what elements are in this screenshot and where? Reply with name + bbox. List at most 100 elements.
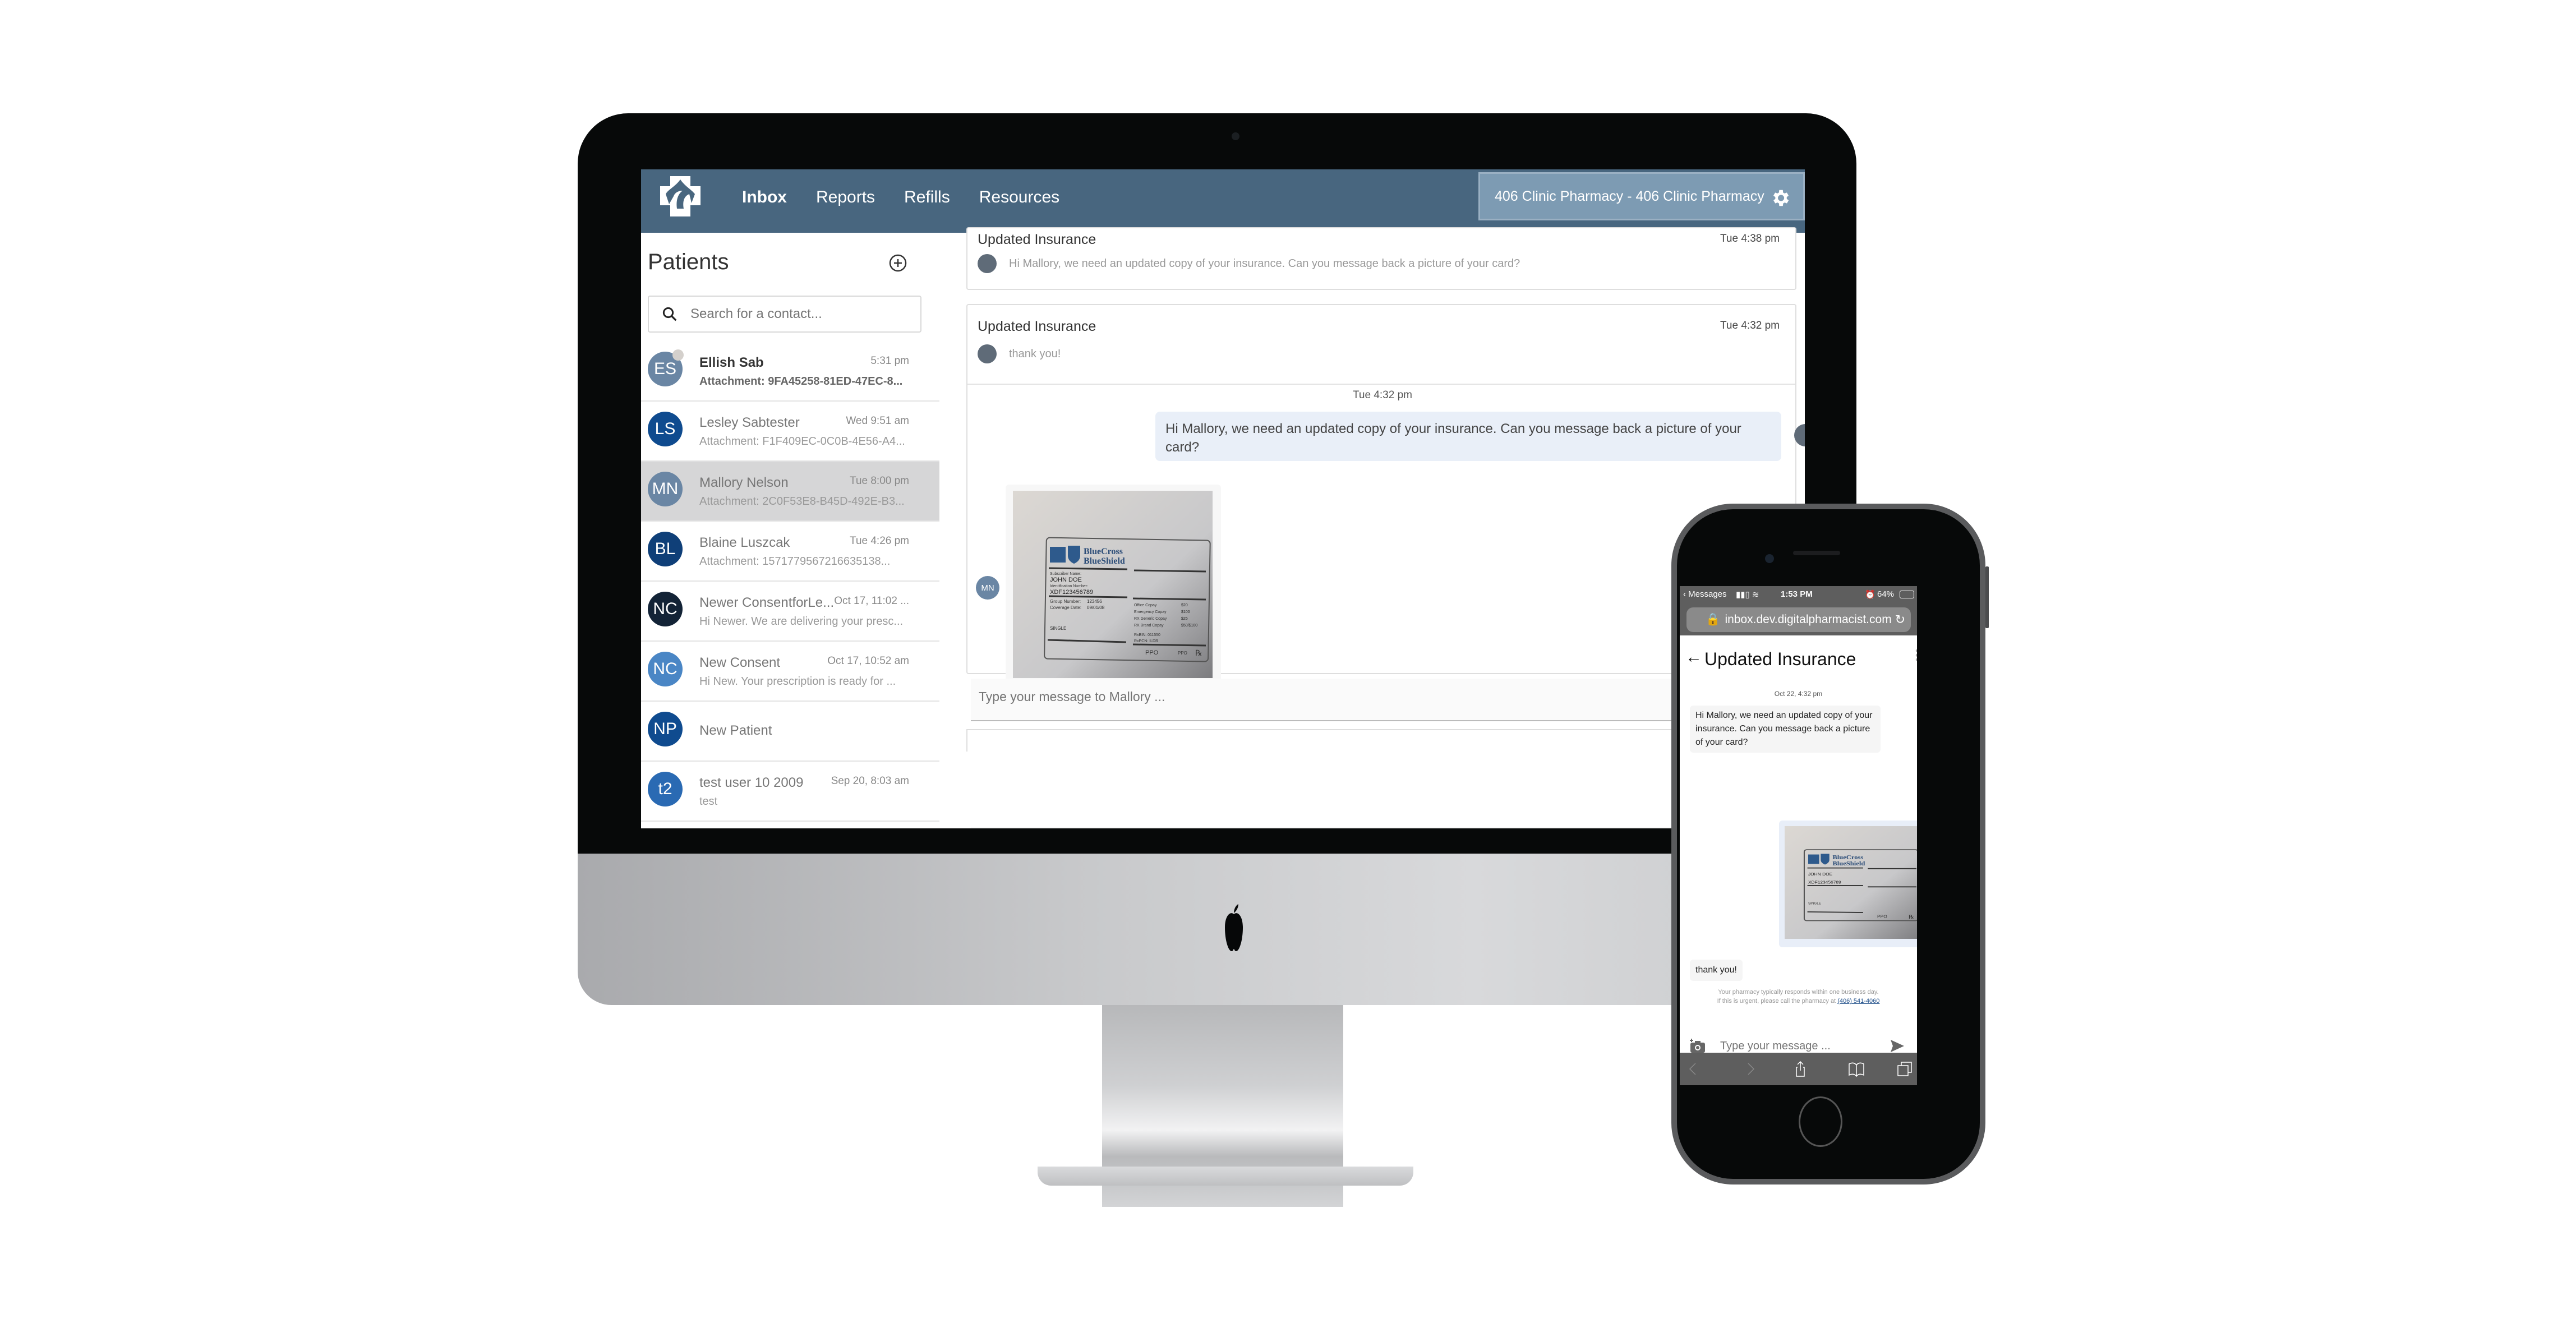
last-message-preview: Hi Newer. We are delivering your presc..…: [699, 615, 904, 628]
avatar: NC: [648, 652, 683, 686]
svg-text:BlueCross: BlueCross: [1084, 547, 1123, 556]
divider: [967, 384, 1795, 385]
svg-text:$50/$100: $50/$100: [1181, 624, 1197, 628]
thread-preview: thank you!: [1009, 348, 1061, 360]
patient-name: test user 10 2009: [699, 775, 804, 790]
patient-list-item[interactable]: t2 test user 10 2009 Sep 20, 8:03 am test: [641, 762, 939, 822]
more-options-icon[interactable]: •••: [1915, 646, 1917, 666]
contact-search-input[interactable]: [689, 306, 905, 322]
url-text: inbox.dev.digitalpharmacist.com: [1725, 613, 1892, 626]
svg-text:123456: 123456: [1087, 599, 1102, 604]
note-line-1: Your pharmacy typically responds within …: [1718, 989, 1879, 995]
patient-list-item[interactable]: [641, 822, 939, 828]
nav-reports[interactable]: Reports: [816, 188, 875, 207]
browser-back-icon[interactable]: [1685, 1061, 1702, 1077]
avatar-initials: MN: [652, 480, 679, 498]
svg-text:℞: ℞: [1909, 915, 1914, 920]
incoming-attachment[interactable]: BlueCross BlueShield Subscriber Name: JO…: [1006, 485, 1221, 686]
patient-list-item[interactable]: ES Ellish Sab 5:31 pm Attachment: 9FA45258-…: [641, 342, 939, 402]
svg-text:RxBIN: 011550: RxBIN: 011550: [1134, 633, 1160, 637]
outgoing-message: Hi Mallory, we need an updated copy of y…: [1155, 412, 1781, 461]
note-text: If this is urgent, please call the pharm…: [1717, 998, 1836, 1004]
safari-toolbar: [1680, 1053, 1917, 1085]
svg-text:Subscriber Name:: Subscriber Name:: [1050, 572, 1081, 576]
contact-search[interactable]: [648, 296, 921, 333]
response-time-note: Your pharmacy typically responds within …: [1680, 988, 1917, 1006]
add-patient-button[interactable]: [889, 254, 907, 272]
pharmacy-selector-label: 406 Clinic Pharmacy - 406 Clinic Pharmac…: [1495, 188, 1764, 204]
message-input[interactable]: [978, 689, 1653, 705]
svg-text:$20: $20: [1181, 603, 1188, 607]
patient-list-item[interactable]: BL Blaine Luszcak Tue 4:26 pm Attachment: 1…: [641, 522, 939, 582]
back-arrow-icon[interactable]: ←: [1685, 648, 1702, 667]
address-bar[interactable]: 🔒 inbox.dev.digitalpharmacist.com ↻: [1686, 607, 1911, 632]
digital-pharmacist-logo-icon[interactable]: [658, 174, 703, 219]
patient-name: Mallory Nelson: [699, 475, 789, 490]
mobile-outgoing-attachment[interactable]: BlueCross BlueShield JOHN DOE XDF1234567…: [1779, 821, 1917, 947]
add-photo-icon[interactable]: [1689, 1038, 1706, 1054]
patient-list-item[interactable]: NP New Patient: [641, 702, 939, 762]
patient-list-item[interactable]: LS Lesley Sabtester Wed 9:51 am Attachment:…: [641, 402, 939, 462]
mobile-thread-title: Updated Insurance: [1704, 649, 1856, 669]
svg-text:PPO: PPO: [1178, 651, 1187, 656]
pharmacy-selector[interactable]: 406 Clinic Pharmacy - 406 Clinic Pharmac…: [1478, 172, 1805, 220]
last-message-time: Oct 17, 10:52 am: [827, 655, 909, 667]
avatar-initials: ES: [653, 359, 677, 378]
share-icon[interactable]: [1792, 1061, 1809, 1077]
insurance-card-image[interactable]: BlueCross BlueShield Subscriber Name: JO…: [1013, 491, 1213, 678]
avatar: LS: [648, 412, 683, 446]
bookmarks-icon[interactable]: [1848, 1061, 1865, 1077]
patient-name: Lesley Sabtester: [699, 415, 800, 430]
phone-camera: [1765, 554, 1774, 563]
svg-text:℞: ℞: [1195, 649, 1202, 658]
back-to-app[interactable]: ‹ Messages: [1683, 589, 1727, 599]
svg-text:XDF123456789: XDF123456789: [1808, 880, 1841, 884]
nav-resources[interactable]: Resources: [979, 188, 1059, 207]
reload-icon[interactable]: ↻: [1895, 612, 1905, 627]
svg-text:Identification Number:: Identification Number:: [1050, 584, 1088, 588]
avatar-initials: NC: [653, 660, 678, 678]
send-icon[interactable]: [1890, 1039, 1905, 1053]
last-message-time: Wed 9:51 am: [846, 415, 909, 427]
avatar-initials: NP: [653, 720, 677, 738]
nav-inbox[interactable]: Inbox: [742, 188, 787, 207]
mobile-incoming-message: Hi Mallory, we need an updated copy of y…: [1690, 706, 1881, 753]
browser-forward-icon[interactable]: [1741, 1061, 1758, 1077]
avatar: NP: [648, 712, 683, 746]
thread-card[interactable]: Updated Insurance Tue 4:38 pm Hi Mallory…: [966, 227, 1796, 290]
chat-date: Tue 4:32 pm: [1353, 389, 1412, 401]
patient-avatar: MN: [976, 576, 999, 600]
patient-list-item[interactable]: MN Mallory Nelson Tue 8:00 pm Attachment: 2…: [641, 462, 939, 522]
top-navigation-bar: Inbox Reports Refills Resources 406 Clin…: [641, 169, 1805, 233]
gear-icon[interactable]: [1769, 187, 1791, 209]
battery-level: 64%: [1877, 589, 1895, 599]
monitor-camera: [1232, 132, 1239, 140]
nav-refills[interactable]: Refills: [904, 188, 950, 207]
pharmacy-phone-link[interactable]: (406) 541-4060: [1837, 998, 1879, 1004]
last-message-time: Tue 4:26 pm: [850, 535, 909, 547]
last-message-preview: Attachment: 1571779567216635138...: [699, 555, 891, 568]
avatar: NC: [648, 592, 683, 626]
tabs-icon[interactable]: [1896, 1061, 1913, 1077]
alarm-icon: ⏰: [1865, 590, 1875, 600]
last-message-preview: test: [699, 795, 718, 808]
svg-text:BlueShield: BlueShield: [1832, 860, 1865, 867]
mobile-chat-date: Oct 22, 4:32 pm: [1774, 690, 1823, 698]
svg-text:SINGLE: SINGLE: [1050, 626, 1066, 631]
mobile-message-input[interactable]: [1719, 1039, 1878, 1053]
home-button[interactable]: [1799, 1096, 1842, 1147]
avatar: BL: [648, 532, 683, 566]
patient-list-item[interactable]: NC Newer ConsentforLe... Oct 17, 11:02 ...…: [641, 582, 939, 642]
patient-list: ES Ellish Sab 5:31 pm Attachment: 9FA45258-…: [641, 342, 939, 828]
thread-title[interactable]: Updated Insurance: [978, 319, 1096, 335]
mobile-app: ‹ Messages ▮▮▯ ≋ 1:53 PM ⏰ 64% 🔒 inbox.d…: [1680, 586, 1917, 1064]
insurance-card-image[interactable]: BlueCross BlueShield JOHN DOE XDF1234567…: [1785, 826, 1917, 939]
pharmacy-icon: [978, 344, 997, 363]
svg-text:BlueCross: BlueCross: [1832, 854, 1863, 861]
unread-indicator: [672, 349, 684, 361]
avatar-initials: LS: [655, 420, 676, 438]
pharmacy-icon: [978, 254, 997, 273]
patient-list-item[interactable]: NC New Consent Oct 17, 10:52 am Hi New. You…: [641, 642, 939, 702]
svg-text:$100: $100: [1181, 610, 1190, 614]
last-message-time: Tue 8:00 pm: [850, 475, 909, 487]
